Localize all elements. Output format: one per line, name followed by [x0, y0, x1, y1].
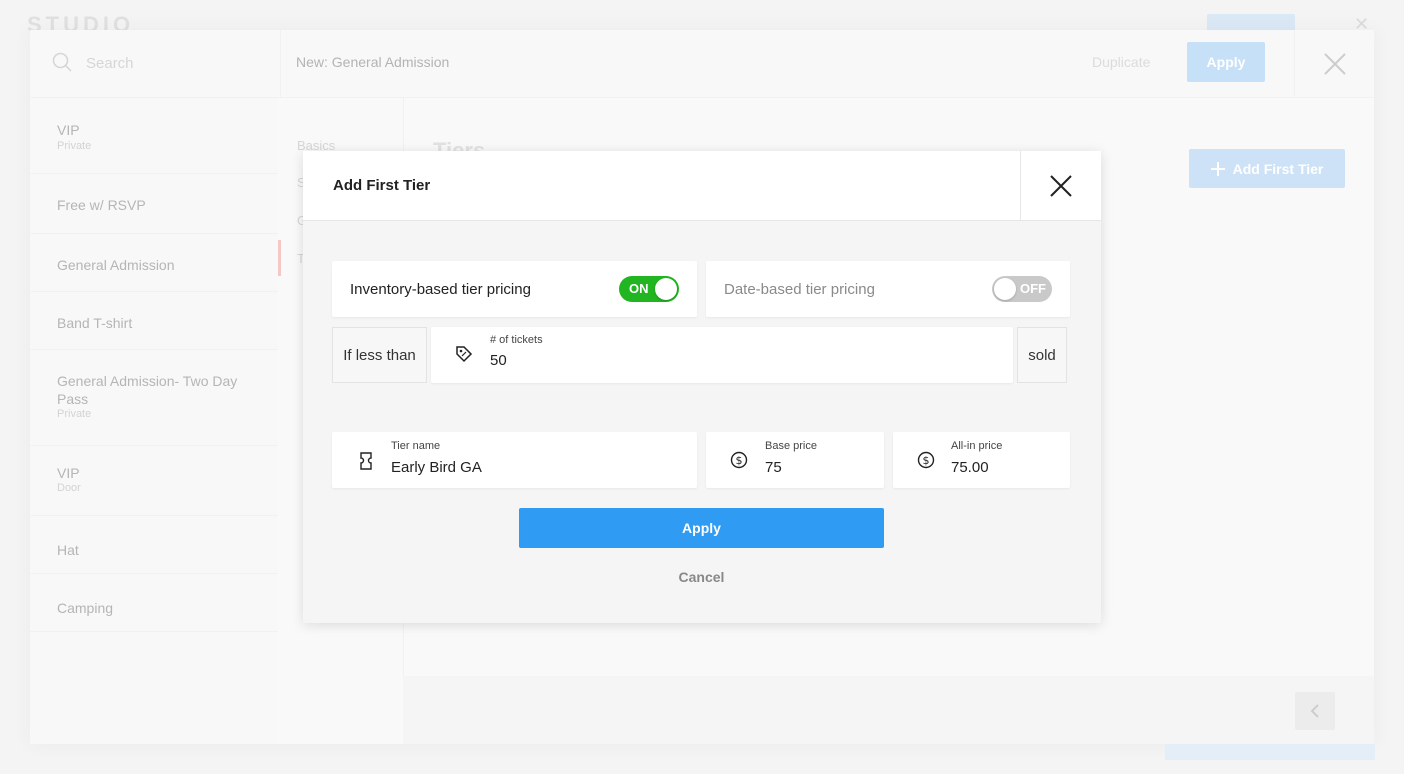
- if-less-than-label: If less than: [332, 327, 427, 383]
- base-price-label: Base price: [765, 440, 817, 452]
- allin-price-input[interactable]: [951, 459, 1061, 476]
- tier-name-label: Tier name: [391, 440, 441, 452]
- base-price-input[interactable]: [765, 459, 875, 476]
- tickets-label: # of tickets: [490, 334, 543, 346]
- toggle-state: OFF: [1020, 281, 1046, 296]
- sold-label: sold: [1017, 327, 1067, 383]
- tier-name-input[interactable]: [391, 459, 671, 476]
- add-first-tier-modal: Add First Tier Inventory-based tier pric…: [303, 151, 1101, 623]
- date-pricing-card: Date-based tier pricing OFF: [706, 261, 1070, 317]
- tickets-field[interactable]: # of tickets: [431, 327, 1013, 383]
- date-pricing-toggle[interactable]: OFF: [992, 276, 1052, 302]
- allin-price-field[interactable]: $ All-in price: [893, 432, 1070, 488]
- base-price-field[interactable]: $ Base price: [706, 432, 884, 488]
- svg-text:$: $: [736, 454, 743, 467]
- tier-name-field[interactable]: Tier name: [332, 432, 697, 488]
- toggle-state: ON: [629, 281, 649, 296]
- close-icon[interactable]: [1048, 173, 1074, 199]
- toggle-knob: [655, 278, 677, 300]
- modal-header: Add First Tier: [303, 151, 1101, 221]
- toggle-knob: [994, 278, 1016, 300]
- modal-title: Add First Tier: [333, 177, 431, 194]
- inventory-pricing-toggle[interactable]: ON: [619, 276, 679, 302]
- date-pricing-label: Date-based tier pricing: [724, 281, 875, 298]
- inventory-pricing-label: Inventory-based tier pricing: [350, 281, 531, 298]
- allin-price-label: All-in price: [951, 440, 1003, 452]
- svg-text:$: $: [923, 454, 930, 467]
- dollar-icon: $: [730, 451, 748, 469]
- ticket-icon: [360, 452, 372, 470]
- dollar-icon: $: [917, 451, 935, 469]
- divider: [1020, 151, 1021, 221]
- inventory-pricing-card: Inventory-based tier pricing ON: [332, 261, 697, 317]
- tickets-input[interactable]: [490, 352, 650, 369]
- modal-apply-button[interactable]: Apply: [519, 508, 884, 548]
- tag-icon: [456, 346, 473, 363]
- modal-cancel-button[interactable]: Cancel: [654, 567, 749, 587]
